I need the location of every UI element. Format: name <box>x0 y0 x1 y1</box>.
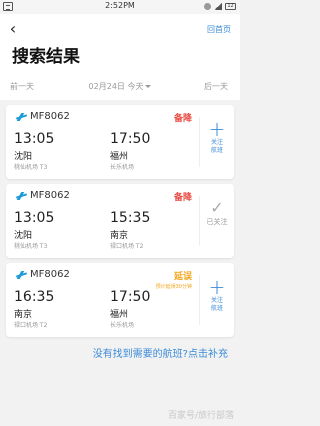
header: ‹ 回首页 搜索结果 前一天 02月24日 今天 后一天 <box>0 14 240 100</box>
arrival-time: 17:50 <box>110 131 151 147</box>
wifi-signal-icon <box>214 3 222 10</box>
divider <box>199 196 200 246</box>
departure-airport: 禄口机场 T2 <box>14 322 48 329</box>
date-nav: 前一天 02月24日 今天 后一天 <box>0 78 240 96</box>
status-bar: 2:52PM 12 <box>0 0 240 14</box>
unfollow-flight-button[interactable]: ✓ 已关注 <box>202 198 232 226</box>
departure-time: 16:35 <box>14 289 55 305</box>
arrival-airport: 长乐机场 <box>110 322 135 329</box>
battery-icon: 12 <box>225 3 236 10</box>
back-arrow-icon[interactable]: ‹ <box>4 18 22 38</box>
page-title: 搜索结果 <box>12 47 80 67</box>
alarm-icon <box>204 3 211 10</box>
arrival-time: 17:50 <box>110 289 151 305</box>
flight-card[interactable]: MF8062 备降 13:05 17:50 沈阳 福州 桃仙机场 T3 长乐机场… <box>6 105 234 179</box>
plus-icon: + <box>208 117 226 141</box>
flight-status: 备降 <box>173 193 192 203</box>
follow-label: 关注 <box>210 139 223 146</box>
divider <box>199 117 200 167</box>
follow-label: 关注 <box>210 297 223 304</box>
arrival-city: 福州 <box>110 152 129 162</box>
arrival-time: 15:35 <box>110 210 151 226</box>
follow-label: 航班 <box>210 305 223 312</box>
arrival-city: 福州 <box>110 310 129 320</box>
flight-number: MF8062 <box>16 190 70 201</box>
flight-card[interactable]: MF8062 备降 13:05 15:35 沈阳 南京 桃仙机场 T3 禄口机场… <box>6 184 234 258</box>
departure-time: 13:05 <box>14 131 55 147</box>
next-day-button[interactable]: 后一天 <box>204 81 228 92</box>
airline-logo-icon <box>16 271 27 279</box>
departure-airport: 桃仙机场 T3 <box>14 164 48 171</box>
followed-label: 已关注 <box>206 218 228 226</box>
departure-city: 南京 <box>14 310 33 320</box>
delay-note: 预计延误30分钟 <box>155 284 192 290</box>
departure-city: 沈阳 <box>14 231 33 241</box>
airline-logo-icon <box>16 192 27 200</box>
date-label: 02月24日 今天 <box>88 82 144 91</box>
departure-city: 沈阳 <box>14 152 33 162</box>
flight-status: 备降 <box>173 114 192 124</box>
flight-number: MF8062 <box>16 111 70 122</box>
status-icons: 12 <box>204 3 236 10</box>
supplement-flight-link[interactable]: 没有找到需要的航班?点击补充 <box>0 345 240 360</box>
arrival-airport: 长乐机场 <box>110 164 135 171</box>
watermark: 百家号/旅行部落 <box>167 411 234 421</box>
check-icon: ✓ <box>210 198 224 217</box>
flight-status: 延误 <box>173 272 192 282</box>
airline-logo-icon <box>16 113 27 121</box>
arrival-airport: 禄口机场 T2 <box>110 243 144 250</box>
flight-number: MF8062 <box>16 269 70 280</box>
flight-card[interactable]: MF8062 延误 预计延误30分钟 16:35 17:50 南京 福州 禄口机… <box>6 263 234 337</box>
caret-down-icon <box>145 85 152 88</box>
follow-flight-button[interactable]: + 关注 航班 <box>202 277 232 313</box>
departure-time: 13:05 <box>14 210 55 226</box>
arrival-city: 南京 <box>110 231 129 241</box>
follow-label: 航班 <box>210 147 223 154</box>
departure-airport: 桃仙机场 T3 <box>14 243 48 250</box>
divider <box>199 275 200 325</box>
home-link[interactable]: 回首页 <box>207 24 231 35</box>
follow-flight-button[interactable]: + 关注 航班 <box>202 119 232 155</box>
plus-icon: + <box>208 275 226 299</box>
